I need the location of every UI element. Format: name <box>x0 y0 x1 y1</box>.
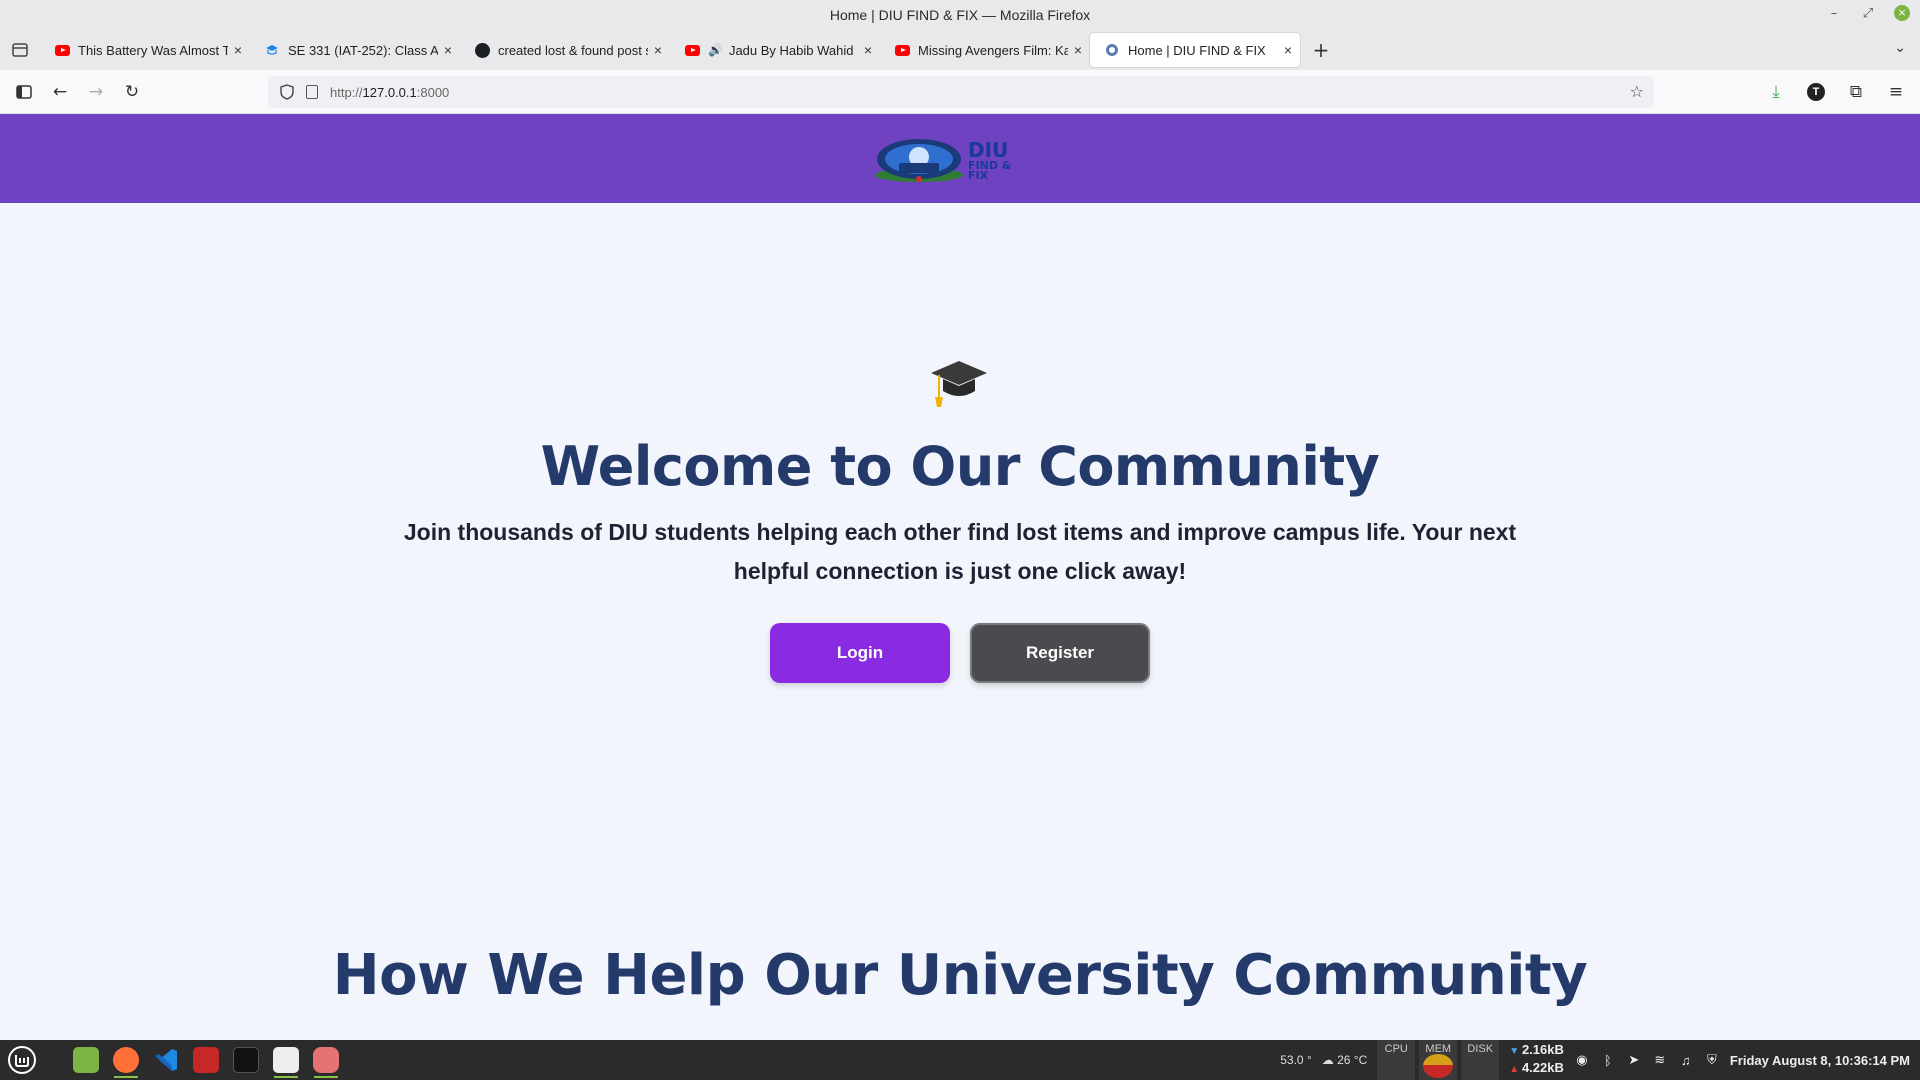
forward-icon[interactable]: → <box>78 74 114 110</box>
bluetooth-icon[interactable]: ᛒ <box>1600 1052 1616 1068</box>
tab-list-icon[interactable] <box>0 30 40 70</box>
close-window-icon[interactable]: × <box>1894 5 1910 21</box>
app-icon[interactable] <box>268 1042 304 1078</box>
discord-icon[interactable]: ◉ <box>1574 1052 1590 1068</box>
tab-avengers-video[interactable]: Missing Avengers Film: Kang × <box>880 33 1090 67</box>
hero-title: Welcome to Our Community <box>540 435 1380 498</box>
youtube-icon <box>684 42 700 58</box>
chevron-down-icon[interactable]: ⌄ <box>1894 40 1906 56</box>
extensions-icon[interactable]: ⧉ <box>1838 74 1874 110</box>
url-text[interactable]: http://127.0.0.1:8000 <box>330 85 449 100</box>
hero-subtitle: Join thousands of DIU students helping e… <box>403 519 1517 584</box>
vscode-icon[interactable] <box>148 1042 184 1078</box>
page-info-icon[interactable] <box>306 85 318 99</box>
maximize-icon[interactable]: ⤢ <box>1860 6 1876 21</box>
update-manager-icon[interactable]: ⛨ <box>1704 1052 1720 1068</box>
tab-github-commit[interactable]: created lost & found post se × <box>460 33 670 67</box>
tab-label: Jadu By Habib Wahid | B <box>728 42 858 58</box>
hero-section: Welcome to Our Community Join thousands … <box>0 203 1920 1040</box>
tab-close-icon[interactable]: × <box>864 42 872 58</box>
weather-text[interactable]: ☁ 26 °C <box>1322 1053 1368 1067</box>
shield-icon[interactable] <box>280 84 294 100</box>
system-taskbar: 53.0 ° ☁ 26 °C CPU MEM DISK 2.16kB 4.22k… <box>0 1040 1920 1080</box>
tab-label: This Battery Was Almost To <box>78 42 228 58</box>
net-up: 4.22kB <box>1509 1060 1564 1078</box>
cpu-temp: 53.0 ° <box>1280 1053 1312 1067</box>
section-title: How We Help Our University Community <box>332 943 1588 1008</box>
tab-jadu-music[interactable]: 🔊 Jadu By Habib Wahid | B × <box>670 33 880 67</box>
youtube-icon <box>894 42 910 58</box>
net-down: 2.16kB <box>1509 1042 1564 1060</box>
files-icon[interactable] <box>68 1042 104 1078</box>
tab-label: SE 331 (IAT-252): Class Asse <box>288 42 438 58</box>
firefox-icon[interactable] <box>108 1042 144 1078</box>
wifi-icon[interactable]: ≋ <box>1652 1052 1668 1068</box>
logo-emblem-icon: DIU FIND & FIX <box>874 138 1011 182</box>
new-tab-icon[interactable]: + <box>1304 33 1338 67</box>
tab-label: Home | DIU FIND & FIX <box>1128 42 1266 58</box>
reload-icon[interactable]: ↻ <box>114 74 150 110</box>
tab-close-icon[interactable]: × <box>654 42 662 58</box>
toolbar-right: ⤓ T ⧉ ≡ <box>1758 74 1914 110</box>
tab-diu-home[interactable]: Home | DIU FIND & FIX × <box>1090 33 1300 67</box>
tab-strip: This Battery Was Almost To × SE 331 (IAT… <box>0 30 1920 70</box>
mint-menu-icon[interactable] <box>4 1042 40 1078</box>
bookmark-star-icon[interactable]: ☆ <box>1630 82 1644 101</box>
network-speed: 2.16kB 4.22kB <box>1509 1042 1564 1078</box>
tab-class-assessment[interactable]: SE 331 (IAT-252): Class Asse × <box>250 33 460 67</box>
speaker-icon[interactable]: 🔊 <box>708 43 723 57</box>
minimize-icon[interactable]: – <box>1826 6 1842 21</box>
classroom-icon <box>264 42 280 58</box>
login-button[interactable]: Login <box>770 623 950 683</box>
sidebar-icon[interactable] <box>6 74 42 110</box>
window-title: Home | DIU FIND & FIX — Mozilla Firefox <box>829 7 1091 23</box>
graduation-cap-icon <box>931 361 987 407</box>
window-controls: – ⤢ × <box>1826 5 1910 21</box>
cpu-monitor: CPU <box>1377 1040 1416 1080</box>
tab-close-icon[interactable]: × <box>1284 42 1292 58</box>
site-icon <box>1104 42 1120 58</box>
register-button[interactable]: Register <box>970 623 1150 683</box>
site-header: DIU FIND & FIX <box>0 114 1920 203</box>
clock[interactable]: Friday August 8, 10:36:14 PM <box>1730 1053 1910 1068</box>
tab-close-icon[interactable]: × <box>234 42 242 58</box>
telegram-icon[interactable]: ➤ <box>1626 1052 1642 1068</box>
back-icon[interactable]: ← <box>42 74 78 110</box>
terminal-icon[interactable] <box>228 1042 264 1078</box>
window-titlebar: Home | DIU FIND & FIX — Mozilla Firefox … <box>0 0 1920 30</box>
diu-logo[interactable]: DIU FIND & FIX <box>873 135 1048 183</box>
mem-monitor: MEM <box>1419 1040 1458 1080</box>
screen-recorder-icon[interactable] <box>308 1042 344 1078</box>
tab-close-icon[interactable]: × <box>444 42 452 58</box>
url-bar[interactable]: http://127.0.0.1:8000 ☆ <box>268 76 1654 108</box>
tab-label: created lost & found post se <box>498 42 648 58</box>
github-icon <box>474 42 490 58</box>
tab-close-icon[interactable]: × <box>1074 42 1082 58</box>
system-tray: 53.0 ° ☁ 26 °C CPU MEM DISK 2.16kB 4.22k… <box>1280 1040 1910 1080</box>
account-icon[interactable]: T <box>1798 74 1834 110</box>
hamburger-menu-icon[interactable]: ≡ <box>1878 74 1914 110</box>
music-icon[interactable]: ♫ <box>1678 1052 1694 1068</box>
svg-text:FIX: FIX <box>968 169 989 182</box>
terminal-red-icon[interactable] <box>188 1042 224 1078</box>
navigation-toolbar: ← → ↻ http://127.0.0.1:8000 ☆ ⤓ T ⧉ ≡ <box>0 70 1920 114</box>
tab-label: Missing Avengers Film: Kang <box>918 42 1068 58</box>
disk-monitor: DISK <box>1461 1040 1500 1080</box>
downloads-icon[interactable]: ⤓ <box>1758 74 1794 110</box>
youtube-icon <box>54 42 70 58</box>
system-monitor[interactable]: CPU MEM DISK <box>1377 1040 1500 1080</box>
tab-battery-video[interactable]: This Battery Was Almost To × <box>40 33 250 67</box>
